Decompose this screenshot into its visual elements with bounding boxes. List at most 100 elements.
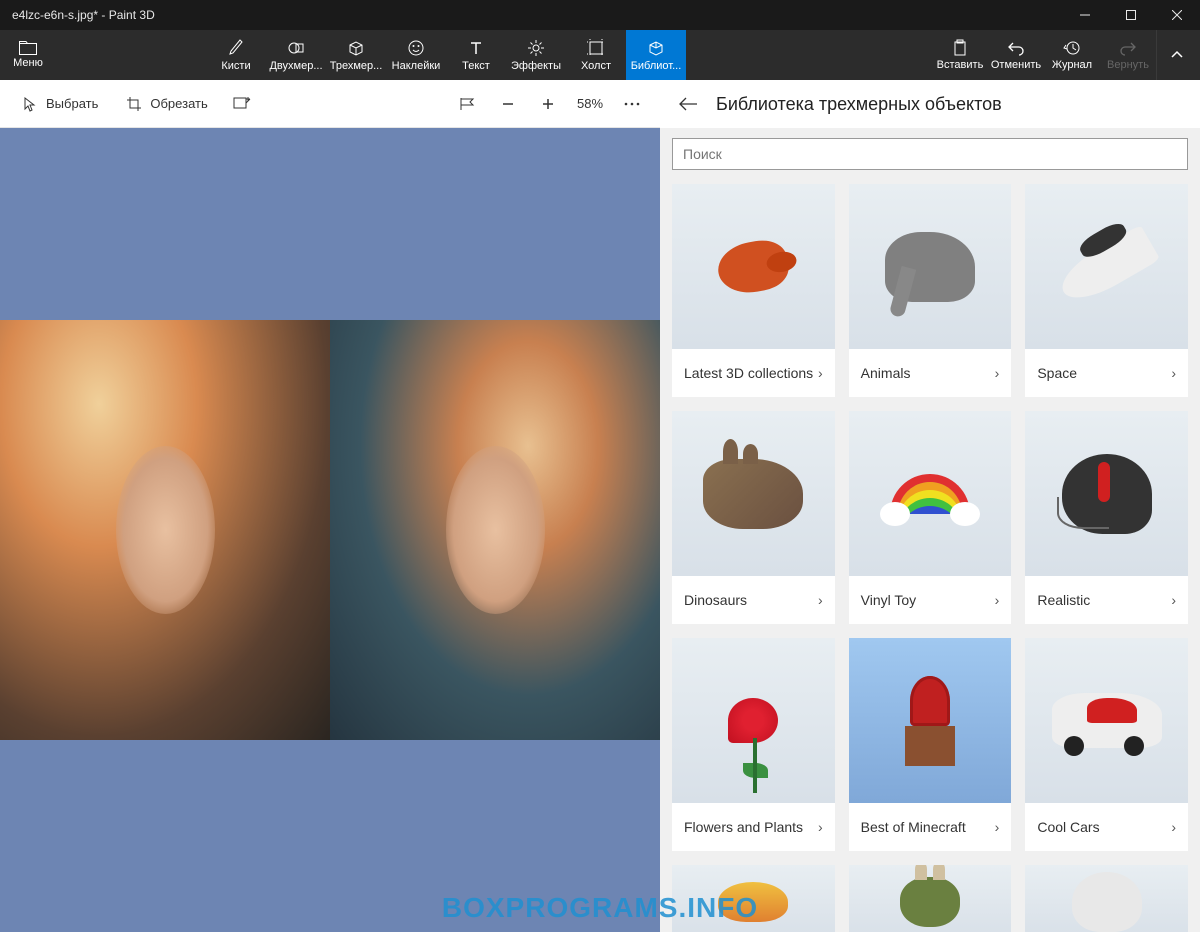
category-card-partial[interactable] bbox=[849, 865, 1012, 932]
zoom-out-button[interactable] bbox=[492, 88, 524, 120]
fish-thumbnail bbox=[715, 236, 793, 297]
card-label: Dinosaurs bbox=[684, 592, 747, 608]
card-label: Space bbox=[1037, 365, 1077, 381]
expand-panel-button[interactable] bbox=[1156, 30, 1196, 80]
close-icon bbox=[1172, 10, 1182, 20]
text-icon bbox=[467, 38, 485, 58]
orc-thumbnail bbox=[900, 877, 960, 927]
redo-button: Вернуть bbox=[1100, 30, 1156, 80]
menu-button[interactable]: Меню bbox=[0, 30, 56, 80]
tab-label: Холст bbox=[581, 60, 611, 72]
crop-label: Обрезать bbox=[150, 96, 207, 111]
tab-2d-shapes[interactable]: Двухмер... bbox=[266, 30, 326, 80]
tab-label: Двухмер... bbox=[269, 60, 322, 72]
category-card-space[interactable]: Space › bbox=[1025, 184, 1188, 397]
category-card-cool-cars[interactable]: Cool Cars› bbox=[1025, 638, 1188, 851]
head-thumbnail bbox=[1072, 872, 1142, 932]
minimize-button[interactable] bbox=[1062, 0, 1108, 30]
card-label: Realistic bbox=[1037, 592, 1090, 608]
more-button[interactable] bbox=[616, 88, 648, 120]
crop-tool[interactable]: Обрезать bbox=[116, 90, 217, 118]
canvas-image-right bbox=[330, 320, 660, 740]
chevron-right-icon: › bbox=[995, 365, 1000, 381]
tab-effects[interactable]: Эффекты bbox=[506, 30, 566, 80]
canvas-image bbox=[0, 320, 660, 740]
shapes-2d-icon bbox=[287, 38, 305, 58]
tab-label: Кисти bbox=[221, 60, 250, 72]
paste-button[interactable]: Вставить bbox=[932, 30, 988, 80]
tab-label: Текст bbox=[462, 60, 490, 72]
category-card-latest[interactable]: Latest 3D collections› bbox=[672, 184, 835, 397]
tab-brushes[interactable]: Кисти bbox=[206, 30, 266, 80]
category-card-dinosaurs[interactable]: Dinosaurs › bbox=[672, 411, 835, 624]
chevron-right-icon: › bbox=[818, 592, 823, 608]
canvas-image-left bbox=[0, 320, 330, 740]
tab-label: Трехмер... bbox=[330, 60, 383, 72]
search-input[interactable] bbox=[672, 138, 1188, 170]
magic-select-tool[interactable] bbox=[226, 88, 258, 120]
category-card-minecraft[interactable]: Best of Minecraft› bbox=[849, 638, 1012, 851]
zoom-in-button[interactable] bbox=[532, 88, 564, 120]
tool-tabs: Кисти Двухмер... Трехмер... Наклейки Тек… bbox=[206, 30, 686, 80]
category-card-partial[interactable] bbox=[1025, 865, 1188, 932]
cube-icon bbox=[347, 38, 365, 58]
apple-thumbnail bbox=[718, 882, 788, 922]
panel-header: Библиотека трехмерных объектов bbox=[660, 80, 1200, 128]
minimize-icon bbox=[1080, 10, 1090, 20]
history-button[interactable]: Журнал bbox=[1044, 30, 1100, 80]
folder-icon bbox=[19, 41, 37, 55]
undo-button[interactable]: Отменить bbox=[988, 30, 1044, 80]
card-label: Cool Cars bbox=[1037, 819, 1099, 835]
window-controls bbox=[1062, 0, 1200, 30]
category-grid[interactable]: Latest 3D collections› Animals › Space › D… bbox=[660, 180, 1200, 932]
tool-label: Отменить bbox=[991, 59, 1041, 71]
chevron-right-icon: › bbox=[995, 592, 1000, 608]
category-card-partial[interactable] bbox=[672, 865, 835, 932]
top-toolbar: Меню Кисти Двухмер... Трехмер... Наклейк… bbox=[0, 30, 1200, 80]
paste-icon bbox=[951, 39, 969, 57]
category-card-vinyl-toy[interactable]: Vinyl Toy › bbox=[849, 411, 1012, 624]
tab-3d-shapes[interactable]: Трехмер... bbox=[326, 30, 386, 80]
minecraft-thumbnail bbox=[900, 676, 960, 766]
maximize-button[interactable] bbox=[1108, 0, 1154, 30]
tab-label: Библиот... bbox=[631, 60, 682, 72]
zoom-value[interactable]: 58% bbox=[572, 96, 608, 111]
minus-icon bbox=[501, 97, 515, 111]
category-card-flowers[interactable]: Flowers and Plants › bbox=[672, 638, 835, 851]
tab-3d-library[interactable]: Библиот... bbox=[626, 30, 686, 80]
tab-canvas[interactable]: Холст bbox=[566, 30, 626, 80]
panel-title: Библиотека трехмерных объектов bbox=[716, 94, 1002, 115]
chevron-right-icon: › bbox=[995, 819, 1000, 835]
shuttle-thumbnail bbox=[1053, 224, 1160, 309]
card-label: Flowers and Plants bbox=[684, 819, 803, 835]
chevron-right-icon: › bbox=[818, 819, 823, 835]
tool-label: Журнал bbox=[1052, 59, 1092, 71]
crop-icon bbox=[126, 96, 142, 112]
card-label: Vinyl Toy bbox=[861, 592, 917, 608]
library-panel: Библиотека трехмерных объектов Latest 3D… bbox=[660, 80, 1200, 932]
effects-icon bbox=[527, 38, 545, 58]
back-button[interactable] bbox=[676, 92, 700, 116]
close-button[interactable] bbox=[1154, 0, 1200, 30]
view-3d-button[interactable] bbox=[452, 88, 484, 120]
car-thumbnail bbox=[1052, 693, 1162, 748]
canvas[interactable] bbox=[0, 128, 660, 932]
tab-text[interactable]: Текст bbox=[446, 30, 506, 80]
tool-label: Вставить bbox=[937, 59, 984, 71]
rose-thumbnail bbox=[728, 698, 778, 743]
sticker-icon bbox=[407, 38, 425, 58]
dinosaur-thumbnail bbox=[703, 459, 803, 529]
category-card-realistic[interactable]: Realistic› bbox=[1025, 411, 1188, 624]
tab-stickers[interactable]: Наклейки bbox=[386, 30, 446, 80]
magic-select-icon bbox=[233, 96, 251, 112]
select-tool[interactable]: Выбрать bbox=[12, 90, 108, 118]
canvas-icon bbox=[587, 38, 605, 58]
ellipsis-icon bbox=[624, 102, 640, 106]
brush-icon bbox=[227, 38, 245, 58]
chevron-right-icon: › bbox=[1171, 365, 1176, 381]
card-label: Animals bbox=[861, 365, 911, 381]
category-card-animals[interactable]: Animals › bbox=[849, 184, 1012, 397]
window-title: e4lzc-e6n-s.jpg* - Paint 3D bbox=[0, 8, 1062, 22]
sub-toolbar: Выбрать Обрезать 58% bbox=[0, 80, 660, 128]
arrow-left-icon bbox=[678, 96, 698, 112]
